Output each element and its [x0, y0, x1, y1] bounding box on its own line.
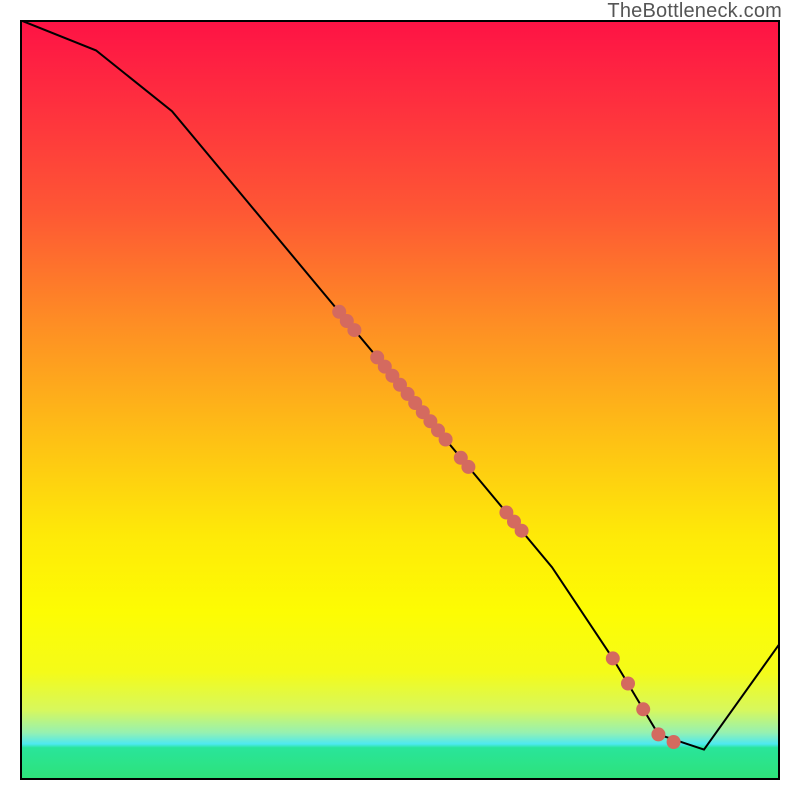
- watermark-text: TheBottleneck.com: [607, 0, 782, 23]
- data-points: [332, 305, 680, 749]
- data-point: [461, 460, 475, 474]
- chart-overlay: [20, 20, 780, 780]
- data-point: [606, 651, 620, 665]
- data-point: [651, 727, 665, 741]
- data-point: [667, 735, 681, 749]
- data-point: [439, 433, 453, 447]
- bottleneck-chart: TheBottleneck.com: [0, 0, 800, 800]
- data-point: [636, 702, 650, 716]
- data-point: [347, 323, 361, 337]
- data-point: [621, 677, 635, 691]
- data-point: [515, 524, 529, 538]
